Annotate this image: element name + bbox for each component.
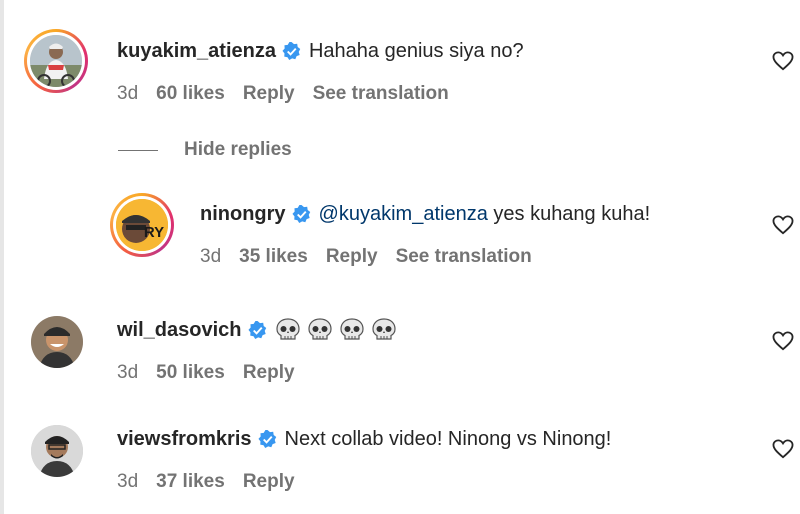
divider-line xyxy=(118,149,158,151)
username[interactable]: ninongry xyxy=(200,203,286,226)
hide-replies-toggle[interactable]: Hide replies xyxy=(118,139,292,161)
likes-count[interactable]: 50 likes xyxy=(156,362,225,384)
comment-text: yes kuhang kuha! xyxy=(487,203,651,225)
skull-emoji-group xyxy=(275,318,397,342)
avatar[interactable] xyxy=(31,316,83,368)
avatar[interactable] xyxy=(30,35,82,87)
heart-icon[interactable] xyxy=(772,51,794,71)
reply-button[interactable]: Reply xyxy=(326,246,378,268)
skull-icon xyxy=(275,318,300,340)
timestamp: 3d xyxy=(117,471,139,492)
reply-button[interactable]: Reply xyxy=(243,83,295,105)
reply-button[interactable]: Reply xyxy=(243,362,295,384)
story-ring[interactable]: RY xyxy=(110,193,174,257)
timestamp: 3d xyxy=(117,362,139,383)
likes-count[interactable]: 37 likes xyxy=(156,471,225,493)
verified-badge-icon xyxy=(257,430,276,449)
verified-badge-icon xyxy=(282,42,301,61)
avatar-logo-text: RY xyxy=(144,224,164,241)
reply-button[interactable]: Reply xyxy=(243,471,295,493)
heart-icon[interactable] xyxy=(772,215,794,235)
timestamp: 3d xyxy=(200,246,222,267)
comment-text: Next collab video! Ninong vs Ninong! xyxy=(284,428,612,450)
see-translation-link[interactable]: See translation xyxy=(396,246,532,268)
avatar[interactable] xyxy=(31,425,83,477)
mention-link[interactable]: @kuyakim_atienza xyxy=(319,203,488,226)
username[interactable]: kuyakim_atienza xyxy=(117,40,276,63)
avatar[interactable]: RY xyxy=(116,199,168,251)
comment-text: Hahaha genius siya no? xyxy=(308,40,524,62)
skull-icon xyxy=(339,318,364,340)
heart-icon[interactable] xyxy=(772,331,794,351)
heart-icon[interactable] xyxy=(772,439,794,459)
see-translation-link[interactable]: See translation xyxy=(313,83,449,105)
hide-replies-label[interactable]: Hide replies xyxy=(184,139,292,161)
skull-icon xyxy=(371,318,396,340)
verified-badge-icon xyxy=(292,205,310,224)
username[interactable]: viewsfromkris xyxy=(117,428,252,451)
username[interactable]: wil_dasovich xyxy=(117,319,242,342)
skull-icon xyxy=(307,318,332,340)
story-ring[interactable] xyxy=(24,29,88,93)
likes-count[interactable]: 35 likes xyxy=(239,246,308,268)
left-divider xyxy=(0,0,4,514)
likes-count[interactable]: 60 likes xyxy=(156,83,225,105)
timestamp: 3d xyxy=(117,83,139,104)
verified-badge-icon xyxy=(247,320,266,339)
